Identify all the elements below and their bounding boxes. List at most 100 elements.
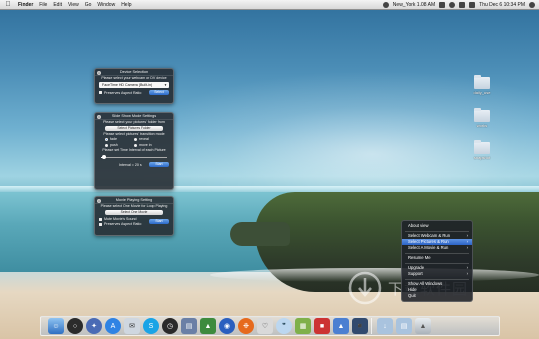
panel-title: × Movie Playing Setting <box>95 197 173 204</box>
chat-icon[interactable]: ❞ <box>276 318 292 334</box>
dock: ☺ ○ ✦ A ✉ S ◷ ▤ ▲ ◉ ❉ ♡ ❞ ▦ ■ ▲ ◾ ↓ ▤ ▲ <box>48 314 434 334</box>
menu-file[interactable]: File <box>39 0 47 10</box>
select-pictures-folder-button[interactable]: Select Pictures Folder <box>105 126 163 131</box>
app-store-icon[interactable]: A <box>105 318 121 334</box>
slideshow-panel-title: Slide Show Mode Settings <box>111 114 157 118</box>
mail-icon[interactable]: ✉ <box>124 318 140 334</box>
interval-label: Interval = 20 s <box>119 162 142 167</box>
radio-reveal[interactable]: reveal <box>134 137 163 142</box>
interval-slider[interactable] <box>101 155 167 159</box>
device-select[interactable]: FaceTime HD Camera (Built-in) ▼ <box>99 82 169 88</box>
slideshow-start-button[interactable]: Start <box>149 162 169 167</box>
menu-item-label: Quit <box>408 293 416 298</box>
trash-icon[interactable]: ▲ <box>415 318 431 334</box>
radio-dot <box>134 138 137 141</box>
folder-icon <box>474 108 490 122</box>
finder-icon[interactable]: ☺ <box>48 318 64 334</box>
movie-checkboxes: Mute Movie's Sound Preserves Aspect Rati… <box>99 217 141 226</box>
preview-icon[interactable]: ▤ <box>181 318 197 334</box>
menubar-clock[interactable]: Thu Dec 6 10:34 PM <box>479 0 525 10</box>
status-app-icon[interactable] <box>382 2 389 8</box>
menu-item-resume[interactable]: Resume Me <box>402 255 472 261</box>
photos-icon[interactable]: ■ <box>314 318 330 334</box>
movie-start-button[interactable]: Start <box>149 219 169 224</box>
device-prompt: Please select your webcam or DV device <box>101 76 167 80</box>
submenu-arrow-icon: › <box>466 271 468 276</box>
chevron-down-icon: ▼ <box>164 83 167 87</box>
spotlight-icon[interactable] <box>529 2 535 8</box>
device-select-button[interactable]: Select <box>149 90 169 95</box>
downloads-folder-icon[interactable]: ↓ <box>377 318 393 334</box>
menu-help[interactable]: Help <box>121 0 131 10</box>
menu-item-label: About view <box>408 223 429 228</box>
close-icon[interactable]: × <box>97 70 101 75</box>
close-icon[interactable]: × <box>97 198 101 203</box>
battery-icon[interactable] <box>469 2 476 8</box>
menu-separator <box>405 252 469 254</box>
folder-icon <box>474 140 490 154</box>
menu-item-label: Select A Movie & Run <box>408 245 449 250</box>
safari-icon[interactable]: ✦ <box>86 318 102 334</box>
firefox-icon[interactable]: ❉ <box>238 318 254 334</box>
device-select-value: FaceTime HD Camera (Built-in) <box>102 83 153 87</box>
folder-prompt: Please select your pictures' folder from <box>103 120 165 124</box>
menu-go[interactable]: Go <box>85 0 92 10</box>
wifi-icon[interactable] <box>449 2 456 8</box>
device-options-row: Preserves Aspect Ratio Select <box>95 89 173 96</box>
desktop-folder-works[interactable]: works <box>467 108 497 128</box>
device-panel-title: Device Selection <box>119 70 149 74</box>
browser-icon[interactable]: ◉ <box>219 318 235 334</box>
menu-item-select-movie[interactable]: Select A Movie & Run › <box>402 245 472 251</box>
mute-sound-checkbox[interactable]: Mute Movie's Sound <box>99 217 141 221</box>
movie-aspect-label: Preserves Aspect Ratio <box>104 222 142 226</box>
skype-icon[interactable]: S <box>143 318 159 334</box>
messages-icon[interactable]: ♡ <box>257 318 273 334</box>
maps-icon[interactable]: ▲ <box>200 318 216 334</box>
menu-window[interactable]: Window <box>97 0 115 10</box>
movie-settings-panel: × Movie Playing Setting Please select On… <box>94 196 174 236</box>
interval-prompt: Please set Time Interval of each Picture <box>102 148 166 152</box>
submenu-arrow-icon: › <box>466 245 468 250</box>
menubar-status-area: New_York 1.08 AM Thu Dec 6 10:34 PM <box>379 0 535 10</box>
menu-item-support[interactable]: Support › <box>402 271 472 277</box>
menu-item-label: Support <box>408 271 423 276</box>
radio-fade[interactable]: fade <box>105 137 134 142</box>
desktop-folder-snapshot[interactable]: snapshot <box>467 140 497 160</box>
preserve-aspect-label: Preserves Aspect Ratio <box>104 90 142 95</box>
slider-knob[interactable] <box>102 155 107 159</box>
rock-small <box>230 222 290 246</box>
movie-panel-title: Movie Playing Setting <box>115 198 153 202</box>
desktop-folder-daily-use[interactable]: daily_use <box>467 75 497 95</box>
folder-label: daily_use <box>473 90 491 95</box>
checkbox-box <box>99 91 102 94</box>
apple-menu-icon[interactable]:  <box>4 1 12 9</box>
volume-icon[interactable] <box>459 2 466 8</box>
clock-icon[interactable]: ◷ <box>162 318 178 334</box>
slider-track <box>101 156 167 158</box>
close-icon[interactable]: × <box>97 114 101 119</box>
menu-item-quit[interactable]: Quit <box>402 293 472 299</box>
folder-label: snapshot <box>473 155 491 160</box>
dashboard-icon[interactable]: ○ <box>67 318 83 334</box>
view-app-icon[interactable]: ◾ <box>352 318 368 334</box>
movie-prompt: Please select One Movie for Loop Playing <box>100 204 168 208</box>
appstore-icon[interactable]: ▲ <box>333 318 349 334</box>
radio-dot <box>105 144 108 147</box>
menu-edit[interactable]: Edit <box>53 0 62 10</box>
menu-separator <box>405 278 469 280</box>
menu-app-name[interactable]: Finder <box>18 0 33 10</box>
select-movie-button[interactable]: Select One Movie <box>105 210 163 215</box>
slideshow-settings-panel: × Slide Show Mode Settings Please select… <box>94 112 174 190</box>
folder-icon <box>474 75 490 89</box>
documents-folder-icon[interactable]: ▤ <box>396 318 412 334</box>
bluetooth-icon[interactable] <box>439 2 446 8</box>
dock-divider <box>371 318 372 334</box>
dock-context-menu: About view Select Webcam & Run › Select P… <box>401 220 473 302</box>
menu-item-about[interactable]: About view <box>402 223 472 229</box>
watermark-logo-icon <box>348 271 382 305</box>
menu-view[interactable]: View <box>68 0 79 10</box>
status-location[interactable]: New_York 1.08 AM <box>393 0 435 10</box>
office-icon[interactable]: ▦ <box>295 318 311 334</box>
preserve-aspect-checkbox[interactable]: Preserves Aspect Ratio <box>99 91 141 95</box>
movie-aspect-checkbox[interactable]: Preserves Aspect Ratio <box>99 222 141 226</box>
